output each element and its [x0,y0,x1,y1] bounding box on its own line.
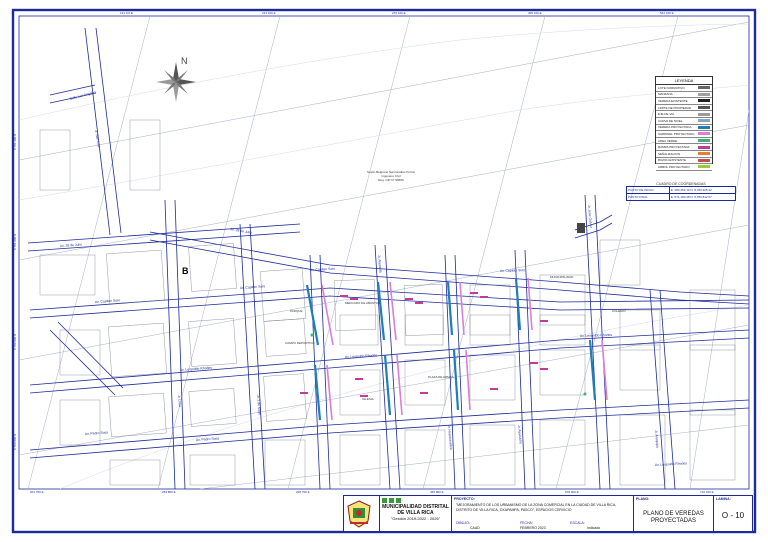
engineer-stamp: Sostin Belgrano Sanzonaltes Portos Ingen… [366,170,416,182]
grid-tick-bottom: 710 100 E [700,490,714,494]
legend-row: AREA VERDE [656,138,712,145]
project-label: PROYECTO: [454,497,475,501]
sheet-cell: LAMINA: O - 10 [714,496,752,531]
legend-row: VEREDA EXISTENTE [656,98,712,105]
plan-cell: PLANO: PLANO DE VEREDAS PROYECTADAS [634,496,714,531]
legend: LEYENDA LOTE NORMATIVO MANZANA VEREDA EX… [655,76,713,171]
drawing-label: DIBUJO: [456,521,470,525]
legend-row: VEREDA PROYECTADA [656,125,712,132]
crest-cell [344,496,380,531]
north-label: N [181,56,188,66]
grid-tick-bottom: 296 700 E [296,490,310,494]
grid-tick-bottom: 201 700 E [30,490,44,494]
block-label: CAMPO DEPORTIVO [285,341,315,345]
table-row: PUNTO DE INICIO E: 283,452.10 N: 8,780,92… [626,186,737,194]
block-label: COLEGIO [612,309,626,313]
legend-row: LOTE NORMATIVO [656,85,712,92]
project-text: "MEJORAMIENTO DE LOS URBANISMO DE LA ZON… [456,503,617,512]
grid-tick-top: 409 100 E [528,11,542,15]
block-label: MERCADO DE ABASTOS [345,301,380,305]
gestion-text: "Gestion 2019-2022 - 2026" [390,516,441,521]
legend-row: SARDINEL PROYECTADO [656,131,712,138]
block-label: IGLESIA [362,397,374,401]
legend-row: MANZANA [656,92,712,99]
legend-title: LEYENDA [656,77,712,85]
stamp-line: Reg. CIP N° 98456 [378,178,404,182]
coordinates-table: CUADRO DE COORDENADAS PUNTO DE INICIO E: … [626,182,737,204]
grid-tick-left: 8 781 000 N [13,234,17,250]
title-block: MUNICIPALIDAD DISTRITAL DE VILLA RICA "G… [343,495,753,532]
bridge-marker [577,223,585,233]
grid-tick-top: 131 9.0 E [120,11,133,15]
project-cell: PROYECTO: "MEJORAMIENTO DE LOS URBANISMO… [452,496,634,531]
legend-row: RAMPA PROYECTADA [656,144,712,151]
map-marker-b: B [182,266,189,276]
legend-row: SEÑALIZACION [656,151,712,158]
block-label: MUNICIPALIDAD [550,275,574,279]
plan-title: PLANO DE VEREDAS PROYECTADAS [643,511,704,524]
municipal-crest-icon [347,500,371,528]
grid-tick-left: 8 780 800 N [13,434,17,450]
green-squares-icon [382,498,401,503]
sheet-number: O - 10 [721,511,745,520]
drawing-value: CAAD [470,526,480,530]
grid-tick-left: 8 780 900 N [13,334,17,350]
map-sheet: N B Av. Capitan Soto Av. Capitan Soto Av… [0,0,768,542]
block-label: PLAZA DE ARMAS [428,375,454,379]
legend-row: LIMITE DE PROPIEDAD [656,105,712,112]
legend-row: CURVA DE NIVEL [656,118,712,125]
block-label: PARQUE [290,309,302,313]
grid-tick-top: 542 100 E [660,11,674,15]
grid-tick-top: 276 100 E [392,11,406,15]
grid-tick-left: 8 781 100 N [13,134,17,150]
grid-tick-bottom: 578 000 E [565,490,579,494]
legend-row: BUZON EXISTENTE [656,158,712,165]
municipality-cell: MUNICIPALIDAD DISTRITAL DE VILLA RICA "G… [380,496,452,531]
sheet-label: LAMINA: [716,497,731,501]
table-row: PUNTO FINAL E: 571,180.48 N: 8,780,812.07 [626,193,737,201]
grid-tick-top: 213 100 E [262,11,276,15]
scale-label: ESCALA: [570,521,585,525]
plan-label: PLANO: [636,497,650,501]
legend-row: ARBOL PROYECTADO [656,164,712,171]
date-value: FEBRERO 2023 [520,526,546,530]
scale-value: Indicado [587,526,601,530]
legend-row: EJE DE VIA [656,111,712,118]
grid-tick-bottom: 283 800 E [162,490,176,494]
date-label: FECHA: [520,521,533,525]
grid-tick-bottom: 465 800 E [430,490,444,494]
